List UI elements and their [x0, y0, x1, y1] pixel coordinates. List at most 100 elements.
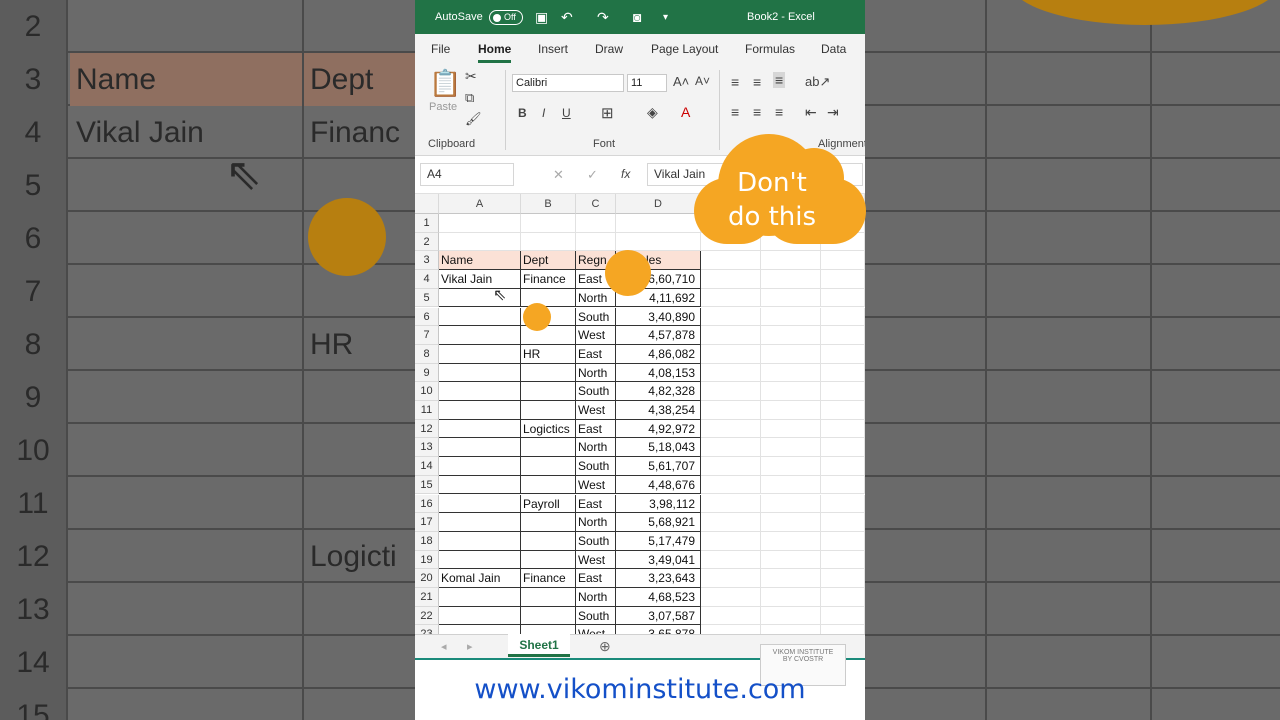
empty-cell[interactable] [761, 513, 821, 532]
cell-a6[interactable] [439, 307, 521, 327]
cell-b16[interactable]: Payroll [521, 494, 576, 514]
row-header[interactable]: 5 [415, 288, 439, 308]
empty-cell[interactable] [701, 363, 761, 383]
borders-icon[interactable]: ⊞ [601, 104, 614, 122]
align-right-icon[interactable]: ≡ [775, 104, 783, 120]
cell-a10[interactable] [439, 382, 521, 401]
empty-cell[interactable] [821, 401, 865, 420]
empty-cell[interactable] [761, 438, 821, 458]
row-header[interactable]: 4 [415, 270, 439, 289]
empty-cell[interactable] [701, 251, 761, 271]
cell-d10[interactable]: 4,82,328 [616, 382, 701, 401]
empty-cell[interactable] [701, 288, 761, 308]
cell-b15[interactable] [521, 475, 576, 495]
cell-b14[interactable] [521, 457, 576, 476]
empty-cell[interactable] [821, 288, 865, 308]
empty-cell[interactable] [821, 344, 865, 364]
empty-cell[interactable] [821, 606, 865, 626]
bold-button[interactable]: B [518, 106, 527, 120]
row-header[interactable]: 11 [415, 401, 439, 420]
align-top-icon[interactable]: ≡ [731, 74, 739, 90]
empty-cell[interactable] [761, 270, 821, 289]
cell-a12[interactable] [439, 419, 521, 439]
row-header[interactable]: 3 [415, 251, 439, 271]
cell-d2[interactable] [616, 232, 701, 252]
empty-cell[interactable] [761, 531, 821, 551]
increase-indent-icon[interactable]: ⇥ [827, 104, 839, 121]
enter-icon[interactable]: ✓ [587, 167, 598, 183]
cell-c10[interactable]: South [576, 382, 616, 401]
cell-b22[interactable] [521, 606, 576, 626]
row-header[interactable]: 10 [415, 382, 439, 401]
cell-d17[interactable]: 5,68,921 [616, 513, 701, 532]
empty-cell[interactable] [701, 494, 761, 514]
empty-cell[interactable] [761, 550, 821, 570]
empty-cell[interactable] [821, 550, 865, 570]
scroll-right-icon[interactable]: ▸ [467, 640, 473, 653]
empty-cell[interactable] [761, 625, 821, 634]
cell-c23[interactable]: West [576, 625, 616, 634]
empty-cell[interactable] [821, 363, 865, 383]
menu-tab-data[interactable]: Data [821, 42, 846, 56]
empty-cell[interactable] [701, 419, 761, 439]
row-header[interactable]: 1 [415, 214, 439, 233]
redo-icon[interactable]: ↷ [597, 9, 609, 26]
empty-cell[interactable] [701, 326, 761, 345]
cell-c13[interactable]: North [576, 438, 616, 458]
cell-a13[interactable] [439, 438, 521, 458]
cell-a7[interactable] [439, 326, 521, 345]
empty-cell[interactable] [821, 569, 865, 588]
row-header[interactable]: 17 [415, 513, 439, 532]
cell-a2[interactable] [439, 232, 521, 252]
empty-cell[interactable] [821, 307, 865, 327]
cell-a5[interactable] [439, 288, 521, 308]
row-header[interactable]: 22 [415, 606, 439, 626]
cell-a11[interactable] [439, 401, 521, 420]
empty-cell[interactable] [701, 606, 761, 626]
empty-cell[interactable] [821, 475, 865, 495]
cell-d9[interactable]: 4,08,153 [616, 363, 701, 383]
row-header[interactable]: 18 [415, 531, 439, 551]
cell-b19[interactable] [521, 550, 576, 570]
cell-c18[interactable]: South [576, 531, 616, 551]
cell-a9[interactable] [439, 363, 521, 383]
row-header[interactable]: 20 [415, 569, 439, 588]
cell-a1[interactable] [439, 214, 521, 233]
decrease-font-icon[interactable]: A˅ [695, 74, 710, 88]
copy-icon[interactable]: ⧉ [465, 90, 474, 106]
cell-c1[interactable] [576, 214, 616, 233]
cell-c5[interactable]: North [576, 288, 616, 308]
cell-b21[interactable] [521, 588, 576, 607]
cell-a19[interactable] [439, 550, 521, 570]
cell-c8[interactable]: East [576, 344, 616, 364]
underline-button[interactable]: U [562, 106, 571, 120]
camera-icon[interactable]: ◙ [633, 9, 641, 25]
cell-d23[interactable]: 3,65,878 [616, 625, 701, 634]
empty-cell[interactable] [701, 569, 761, 588]
empty-cell[interactable] [821, 625, 865, 634]
cell-b17[interactable] [521, 513, 576, 532]
cell-a3[interactable]: Name [439, 251, 521, 271]
cell-b13[interactable] [521, 438, 576, 458]
empty-cell[interactable] [701, 401, 761, 420]
cell-c2[interactable] [576, 232, 616, 252]
empty-cell[interactable] [761, 401, 821, 420]
menu-tab-draw[interactable]: Draw [595, 42, 623, 56]
empty-cell[interactable] [821, 494, 865, 514]
cell-c11[interactable]: West [576, 401, 616, 420]
cell-a4[interactable]: Vikal Jain [439, 270, 521, 289]
column-header-b[interactable]: B [521, 194, 576, 214]
decrease-indent-icon[interactable]: ⇤ [805, 104, 817, 121]
row-header[interactable]: 7 [415, 326, 439, 345]
empty-cell[interactable] [761, 588, 821, 607]
increase-font-icon[interactable]: A˄ [673, 74, 689, 89]
align-bottom-icon[interactable]: ≡ [773, 72, 786, 88]
cell-c16[interactable]: East [576, 494, 616, 514]
cell-b11[interactable] [521, 401, 576, 420]
cell-a8[interactable] [439, 344, 521, 364]
save-icon[interactable]: ▣ [535, 9, 548, 26]
cell-a22[interactable] [439, 606, 521, 626]
row-header[interactable]: 8 [415, 344, 439, 364]
cell-a14[interactable] [439, 457, 521, 476]
sheet-tab-sheet1[interactable]: Sheet1 [508, 634, 570, 657]
